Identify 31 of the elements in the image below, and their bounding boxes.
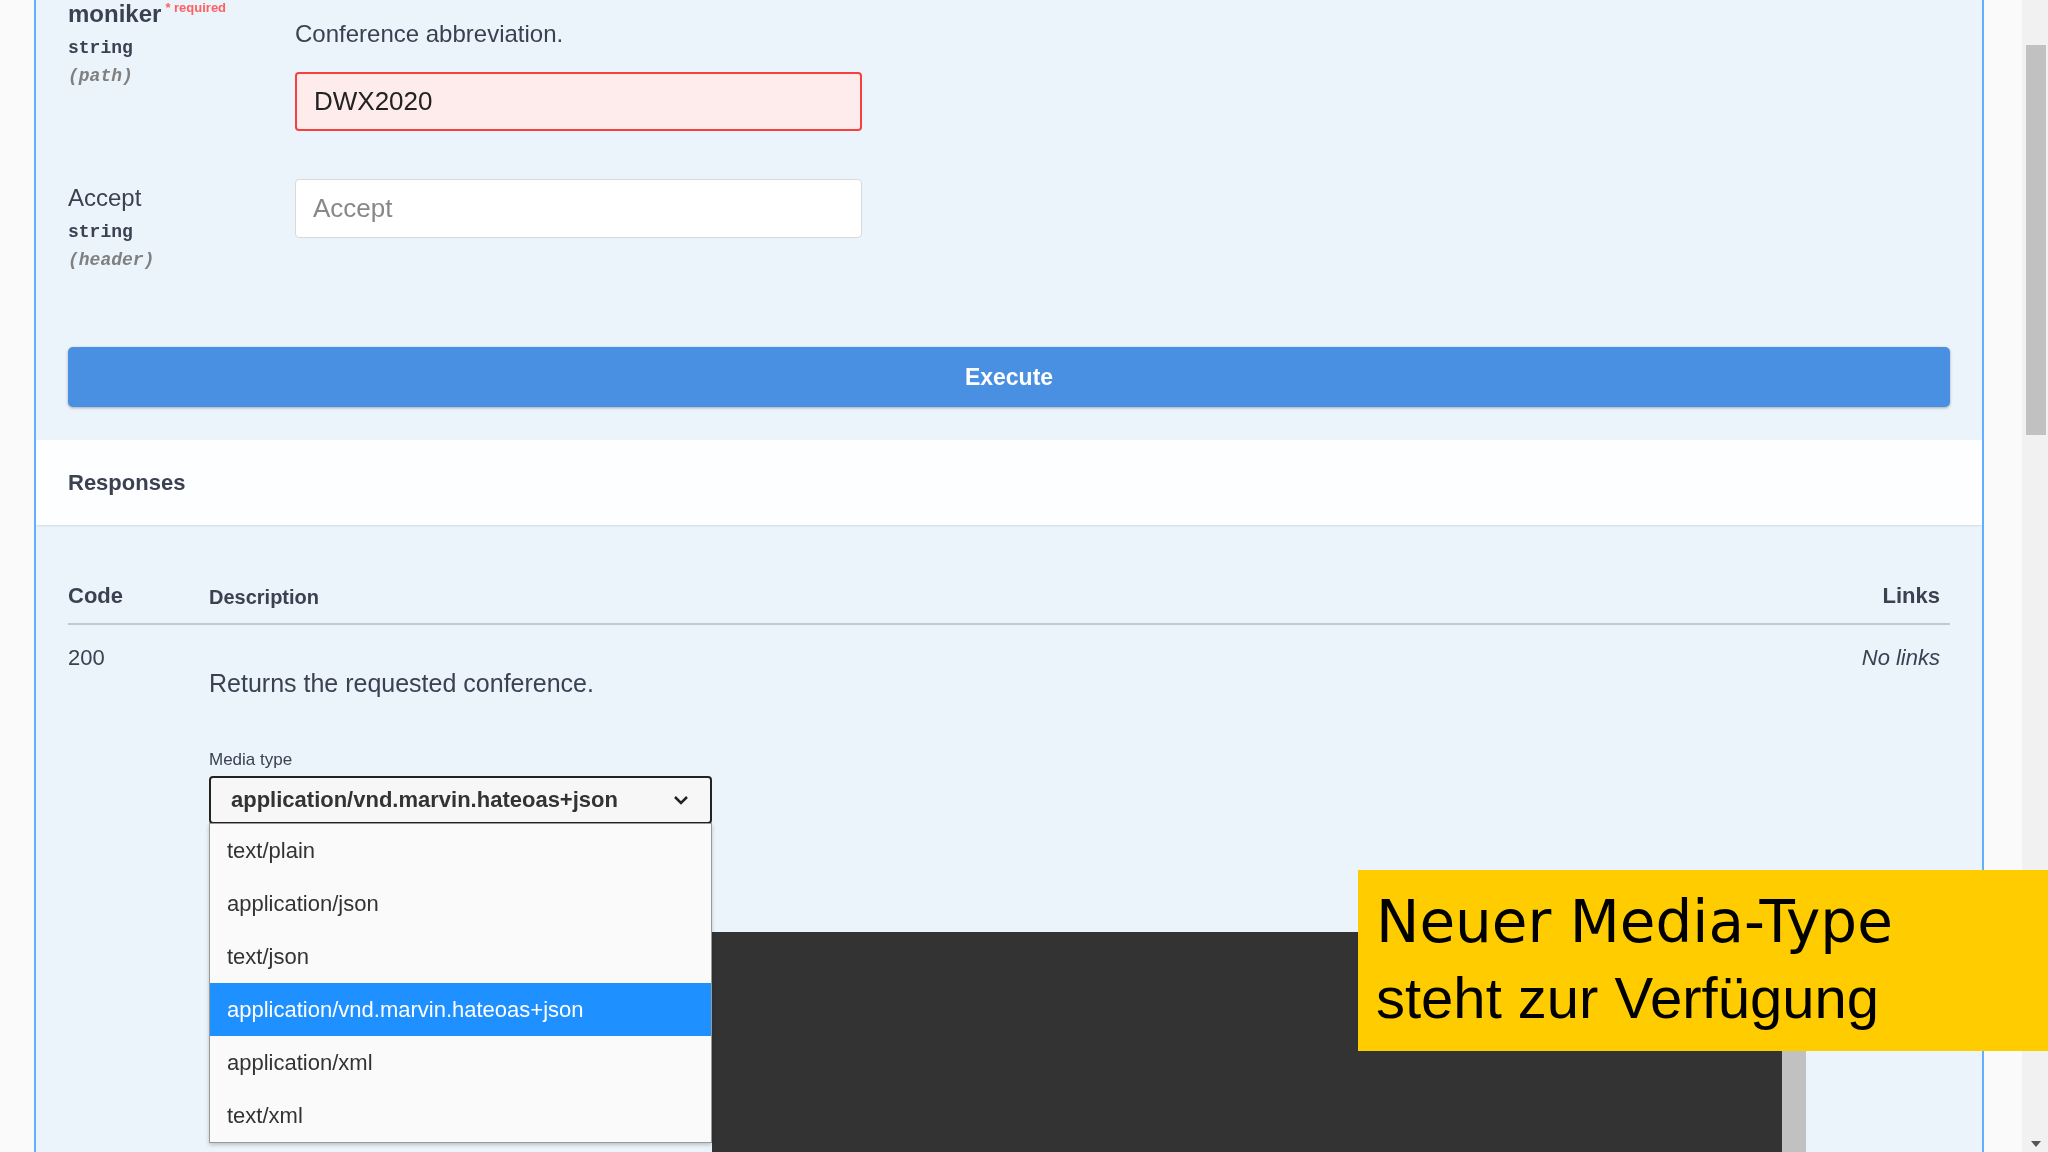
parameter-location: (path) xyxy=(68,66,134,86)
column-header: Description xyxy=(209,586,321,609)
dropdown-option[interactable]: text/plain xyxy=(210,824,711,877)
scrollbar[interactable] xyxy=(1782,1051,1806,1152)
links-text: No links xyxy=(1861,645,1941,672)
parameter-type: string xyxy=(68,38,134,58)
column-header: Code xyxy=(68,583,124,609)
caption-subtitle: steht zur Verfügung xyxy=(1376,964,1880,1032)
dropdown-option[interactable]: text/xml xyxy=(210,1089,711,1142)
dropdown-option[interactable]: application/json xyxy=(210,877,711,930)
scrollbar[interactable] xyxy=(2022,0,2048,870)
input-field[interactable]: Accept xyxy=(295,179,862,238)
parameter-type: string xyxy=(68,222,134,242)
scroll-down-icon[interactable] xyxy=(2030,1140,2042,1148)
responses-title: Responses xyxy=(68,469,186,496)
parameter-name: Accept xyxy=(68,184,142,211)
scroll-thumb[interactable] xyxy=(2026,45,2046,435)
response-code: 200 xyxy=(68,645,106,672)
parameter-name: moniker xyxy=(68,0,162,27)
parameter-location: (header) xyxy=(68,250,156,270)
dropdown-option[interactable]: text/json xyxy=(210,930,711,983)
media-type-label: Media type xyxy=(209,750,294,770)
column-header: Links xyxy=(1882,583,1941,609)
caption-title: Neuer Media-Type xyxy=(1376,887,1894,958)
response-description: Returns the requested conference. xyxy=(209,669,595,698)
input-field[interactable]: DWX2020 xyxy=(295,72,862,131)
parameter-description: Conference abbreviation. xyxy=(295,20,565,49)
required-label: * required xyxy=(165,0,227,15)
caret-icon xyxy=(672,794,690,806)
media-type-select[interactable]: application/vnd.marvin.hateoas+json xyxy=(209,776,712,824)
dropdown-option[interactable]: application/xml xyxy=(210,1036,711,1089)
